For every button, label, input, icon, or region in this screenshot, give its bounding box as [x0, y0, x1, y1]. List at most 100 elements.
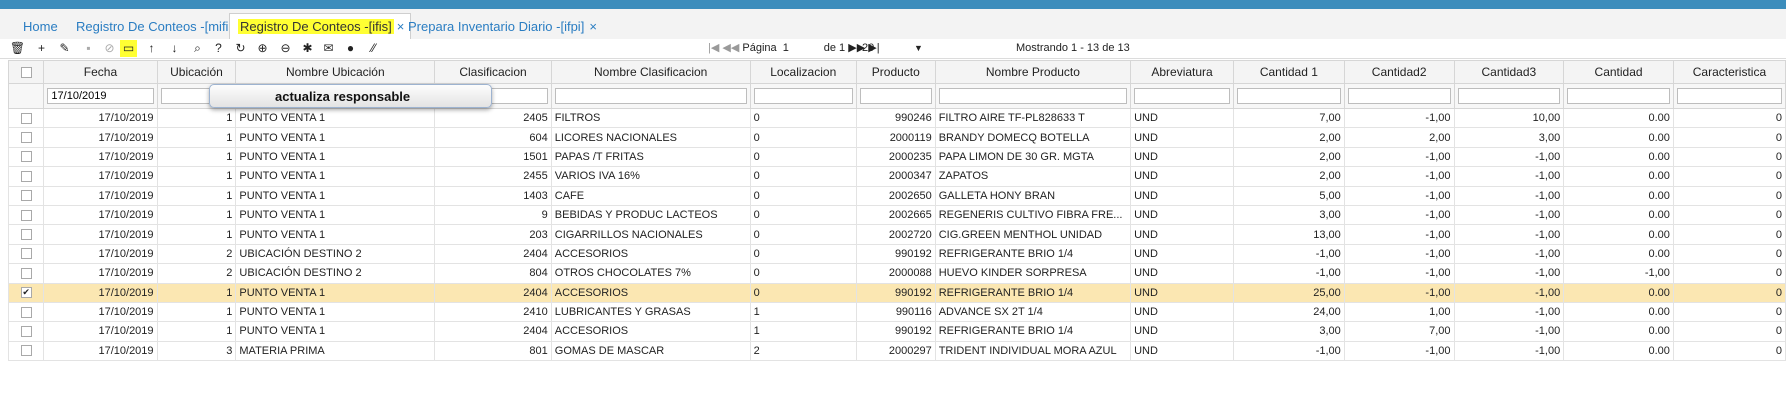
cell-localizacion[interactable]: 1: [749, 301, 857, 323]
table-row[interactable]: 17/10/2019 1 PUNTO VENTA 1 2404 ACCESORIOS 1 9…: [7, 321, 1786, 342]
cell-nombre-clasificacion[interactable]: ACCESORIOS: [550, 321, 751, 342]
filter-nombre-clasificacion-input[interactable]: [554, 88, 747, 104]
cell-fecha[interactable]: 17/10/2019: [43, 224, 158, 245]
cell-localizacion[interactable]: 0: [749, 127, 857, 148]
table-row[interactable]: 17/10/2019 2 UBICACIÓN DESTINO 2 804 OTROS C…: [7, 263, 1786, 284]
mail-icon[interactable]: ✉: [320, 40, 337, 57]
cell-abreviatura[interactable]: UND: [1130, 146, 1234, 168]
cell-cantidad2[interactable]: 2,00: [1343, 127, 1455, 148]
cell-localizacion[interactable]: 0: [749, 204, 857, 226]
table-row[interactable]: 17/10/2019 3 MATERIA PRIMA 801 GOMAS DE MASC…: [7, 340, 1786, 362]
cell-fecha[interactable]: 17/10/2019: [43, 243, 158, 265]
cell-fecha[interactable]: 17/10/2019: [43, 263, 158, 284]
cell-ubicacion[interactable]: 1: [156, 301, 237, 323]
delete-icon[interactable]: 🗑: [9, 40, 26, 57]
cell-nombre-clasificacion[interactable]: ACCESORIOS: [550, 282, 751, 303]
cell-localizacion[interactable]: 0: [749, 282, 857, 303]
cell-cantidad1[interactable]: 3,00: [1232, 204, 1345, 226]
cell-nombre-producto[interactable]: ADVANCE SX 2T 1/4: [934, 301, 1132, 323]
cell-nombre-ubicacion[interactable]: PUNTO VENTA 1: [235, 282, 436, 303]
cell-abreviatura[interactable]: UND: [1130, 166, 1234, 187]
column-header[interactable]: Clasificacion: [434, 60, 552, 84]
cell-cantidad2[interactable]: -1,00: [1343, 224, 1455, 245]
cell-cantidad3[interactable]: 10,00: [1453, 107, 1565, 129]
cell-caracteristica[interactable]: 0: [1672, 146, 1786, 168]
cell-caracteristica[interactable]: 0: [1672, 301, 1786, 323]
cell-cantidad3[interactable]: -1,00: [1453, 224, 1565, 245]
cell-nombre-clasificacion[interactable]: OTROS CHOCOLATES 7%: [550, 263, 751, 284]
column-header[interactable]: Nombre Ubicación: [235, 60, 436, 84]
cell-nombre-ubicacion[interactable]: PUNTO VENTA 1: [235, 321, 436, 342]
cell-localizacion[interactable]: 2: [749, 340, 857, 362]
cell-cantidad3[interactable]: -1,00: [1453, 301, 1565, 323]
cell-cantidad[interactable]: 0.00: [1563, 185, 1674, 206]
add-icon[interactable]: +: [33, 40, 50, 57]
cell-ubicacion[interactable]: 1: [156, 107, 237, 129]
cell-ubicacion[interactable]: 1: [156, 185, 237, 206]
save-icon[interactable]: ▪: [80, 40, 97, 57]
cell-cantidad[interactable]: 0.00: [1563, 146, 1674, 168]
row-checkbox[interactable]: [20, 151, 32, 163]
cell-cantidad[interactable]: 0.00: [1563, 243, 1674, 265]
filter-producto-input[interactable]: [859, 88, 932, 104]
cell-cantidad3[interactable]: -1,00: [1453, 146, 1565, 168]
cell-producto[interactable]: 2000297: [855, 340, 936, 362]
cell-cantidad3[interactable]: 3,00: [1453, 127, 1565, 148]
filter-abreviatura-input[interactable]: [1134, 88, 1230, 104]
cell-producto[interactable]: 990192: [855, 282, 936, 303]
pin-icon[interactable]: ✱: [299, 40, 316, 57]
cell-caracteristica[interactable]: 0: [1672, 166, 1786, 187]
page-input[interactable]: 1: [780, 39, 821, 58]
cell-producto[interactable]: 2000235: [855, 146, 936, 168]
cell-localizacion[interactable]: 0: [749, 107, 857, 129]
cell-producto[interactable]: 2002650: [855, 185, 936, 206]
cell-localizacion[interactable]: 0: [749, 166, 857, 187]
cell-producto[interactable]: 990116: [855, 301, 936, 323]
filter-cantidad1-input[interactable]: [1236, 88, 1341, 104]
cell-fecha[interactable]: 17/10/2019: [43, 321, 158, 342]
cell-abreviatura[interactable]: UND: [1130, 263, 1234, 284]
cell-nombre-producto[interactable]: REFRIGERANTE BRIO 1/4: [934, 282, 1132, 303]
cell-nombre-ubicacion[interactable]: PUNTO VENTA 1: [235, 107, 436, 129]
cell-nombre-ubicacion[interactable]: PUNTO VENTA 1: [235, 166, 436, 187]
column-header[interactable]: Localizacion: [749, 60, 857, 84]
cell-cantidad2[interactable]: 7,00: [1343, 321, 1455, 342]
cell-nombre-producto[interactable]: GALLETA HONY BRAN: [934, 185, 1132, 206]
page-size-select[interactable]: 20 ▼: [862, 40, 923, 56]
cell-cantidad3[interactable]: -1,00: [1453, 166, 1565, 187]
cell-cantidad2[interactable]: 1,00: [1343, 301, 1455, 323]
cell-ubicacion[interactable]: 3: [156, 340, 237, 362]
cell-cantidad[interactable]: 0.00: [1563, 282, 1674, 303]
table-row[interactable]: 17/10/2019 1 PUNTO VENTA 1 604 LICORES NACIO…: [7, 127, 1786, 148]
cell-cantidad[interactable]: 0.00: [1563, 107, 1674, 129]
cell-fecha[interactable]: 17/10/2019: [43, 185, 158, 206]
column-header[interactable]: Cantidad: [1563, 60, 1674, 84]
cell-caracteristica[interactable]: 0: [1672, 127, 1786, 148]
cell-localizacion[interactable]: 0: [749, 185, 857, 206]
cancel-icon[interactable]: ⊘: [101, 40, 118, 57]
cell-cantidad1[interactable]: 2,00: [1232, 127, 1345, 148]
cell-cantidad1[interactable]: 5,00: [1232, 185, 1345, 206]
cell-cantidad2[interactable]: -1,00: [1343, 282, 1455, 303]
resize-icon[interactable]: ⁄⁄: [365, 40, 382, 57]
cell-cantidad3[interactable]: -1,00: [1453, 185, 1565, 206]
cell-cantidad[interactable]: 0.00: [1563, 127, 1674, 148]
cell-clasificacion[interactable]: 801: [434, 340, 552, 362]
cell-cantidad[interactable]: -1,00: [1563, 263, 1674, 284]
cell-caracteristica[interactable]: 0: [1672, 263, 1786, 284]
cell-cantidad2[interactable]: -1,00: [1343, 107, 1455, 129]
cell-ubicacion[interactable]: 1: [156, 282, 237, 303]
cell-cantidad2[interactable]: -1,00: [1343, 340, 1455, 362]
row-checkbox[interactable]: [20, 229, 32, 241]
cell-abreviatura[interactable]: UND: [1130, 321, 1234, 342]
cell-caracteristica[interactable]: 0: [1672, 321, 1786, 342]
cell-nombre-ubicacion[interactable]: PUNTO VENTA 1: [235, 146, 436, 168]
responsible-icon[interactable]: ▭: [120, 40, 137, 57]
move-down-icon[interactable]: ↓: [166, 40, 183, 57]
row-checkbox[interactable]: [20, 170, 32, 182]
cell-cantidad1[interactable]: 3,00: [1232, 321, 1345, 342]
cell-producto[interactable]: 2000119: [855, 127, 936, 148]
cell-cantidad2[interactable]: -1,00: [1343, 204, 1455, 226]
cell-clasificacion[interactable]: 2455: [434, 166, 552, 187]
cell-localizacion[interactable]: 1: [749, 321, 857, 342]
